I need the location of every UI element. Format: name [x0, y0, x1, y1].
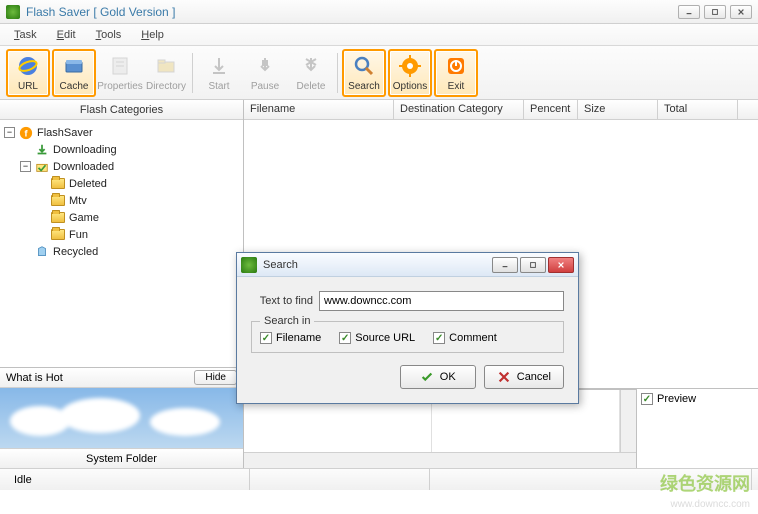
tree-downloaded[interactable]: −Downloaded: [4, 158, 239, 175]
column-pencent[interactable]: Pencent: [524, 100, 578, 119]
close-button[interactable]: [730, 5, 752, 19]
status-text: Idle: [6, 469, 250, 490]
watermark-url: www.downcc.com: [671, 499, 750, 510]
menu-edit[interactable]: Edit: [47, 26, 86, 44]
column-destination-category[interactable]: Destination Category: [394, 100, 524, 119]
dialog-title: Search: [263, 259, 298, 271]
tree-root[interactable]: −fFlashSaver: [4, 124, 239, 141]
toolbar: URLCachePropertiesDirectoryStartPauseDel…: [0, 46, 758, 100]
minimize-button[interactable]: [678, 5, 700, 19]
statusbar: Idle: [0, 468, 758, 490]
preview-checkbox[interactable]: ✓ Preview: [641, 393, 754, 405]
preview-panel: ✓ Preview: [636, 389, 758, 468]
source-url-checkbox[interactable]: ✓Source URL: [339, 332, 415, 344]
dialog-close-button[interactable]: [548, 257, 574, 273]
left-panel: Flash Categories −fFlashSaverDownloading…: [0, 100, 244, 468]
toolbar-start-button: Start: [197, 49, 241, 97]
app-icon: [6, 5, 20, 19]
preview-label: Preview: [657, 393, 696, 405]
toolbar-properties-button: Properties: [98, 49, 142, 97]
menu-help[interactable]: Help: [131, 26, 174, 44]
text-to-find-label: Text to find: [251, 295, 313, 307]
search-icon: [351, 53, 377, 79]
search-in-group: Search in ✓Filename ✓Source URL ✓Comment: [251, 321, 564, 353]
horizontal-scrollbar[interactable]: [244, 452, 636, 468]
toolbar-url-button[interactable]: URL: [6, 49, 50, 97]
toolbar-separator: [337, 53, 338, 93]
options-icon: [397, 53, 423, 79]
text-to-find-input[interactable]: [319, 291, 564, 311]
menubar: TaskEditToolsHelp: [0, 24, 758, 46]
expand-icon[interactable]: −: [4, 127, 15, 138]
toolbar-search-button[interactable]: Search: [342, 49, 386, 97]
toolbar-delete-button: Delete: [289, 49, 333, 97]
category-tree[interactable]: −fFlashSaverDownloading−DownloadedDelete…: [0, 120, 243, 367]
tree-mtv[interactable]: Mtv: [4, 192, 239, 209]
props-icon: [107, 53, 133, 79]
search-in-title: Search in: [260, 315, 314, 327]
maximize-button[interactable]: [704, 5, 726, 19]
dialog-icon: [241, 257, 257, 273]
search-dialog: Search Text to find Search in ✓Filename …: [236, 252, 579, 404]
tree-fun[interactable]: Fun: [4, 226, 239, 243]
tree-deleted[interactable]: Deleted: [4, 175, 239, 192]
pause-icon: [252, 53, 278, 79]
column-total[interactable]: Total: [658, 100, 738, 119]
column-size[interactable]: Size: [578, 100, 658, 119]
comment-checkbox[interactable]: ✓Comment: [433, 332, 497, 344]
tree-recycled[interactable]: Recycled: [4, 243, 239, 260]
toolbar-separator: [192, 53, 193, 93]
system-folder-label: System Folder: [0, 448, 243, 468]
tree-game[interactable]: Game: [4, 209, 239, 226]
ok-button[interactable]: OK: [400, 365, 476, 389]
start-icon: [206, 53, 232, 79]
toolbar-pause-button: Pause: [243, 49, 287, 97]
expand-icon[interactable]: −: [20, 161, 31, 172]
check-icon: [420, 370, 434, 384]
dialog-titlebar[interactable]: Search: [237, 253, 578, 277]
titlebar: Flash Saver [ Gold Version ]: [0, 0, 758, 24]
whats-hot-label: What is Hot: [6, 372, 63, 384]
hide-button[interactable]: Hide: [194, 370, 237, 385]
cancel-button[interactable]: Cancel: [484, 365, 564, 389]
toolbar-options-button[interactable]: Options: [388, 49, 432, 97]
vertical-scrollbar[interactable]: [620, 390, 636, 452]
delete-icon: [298, 53, 324, 79]
hot-image: [0, 388, 243, 448]
toolbar-cache-button[interactable]: Cache: [52, 49, 96, 97]
column-filename[interactable]: Filename: [244, 100, 394, 119]
dialog-maximize-button[interactable]: [520, 257, 546, 273]
x-icon: [497, 370, 511, 384]
ie-icon: [15, 53, 41, 79]
exit-icon: [443, 53, 469, 79]
menu-tools[interactable]: Tools: [86, 26, 132, 44]
toolbar-exit-button[interactable]: Exit: [434, 49, 478, 97]
tree-downloading[interactable]: Downloading: [4, 141, 239, 158]
toolbar-directory-button: Directory: [144, 49, 188, 97]
column-headers: FilenameDestination CategoryPencentSizeT…: [244, 100, 758, 120]
dialog-minimize-button[interactable]: [492, 257, 518, 273]
filename-checkbox[interactable]: ✓Filename: [260, 332, 321, 344]
cache-icon: [61, 53, 87, 79]
categories-header: Flash Categories: [0, 100, 243, 120]
dir-icon: [153, 53, 179, 79]
menu-task[interactable]: Task: [4, 26, 47, 44]
window-title: Flash Saver [ Gold Version ]: [26, 5, 175, 19]
